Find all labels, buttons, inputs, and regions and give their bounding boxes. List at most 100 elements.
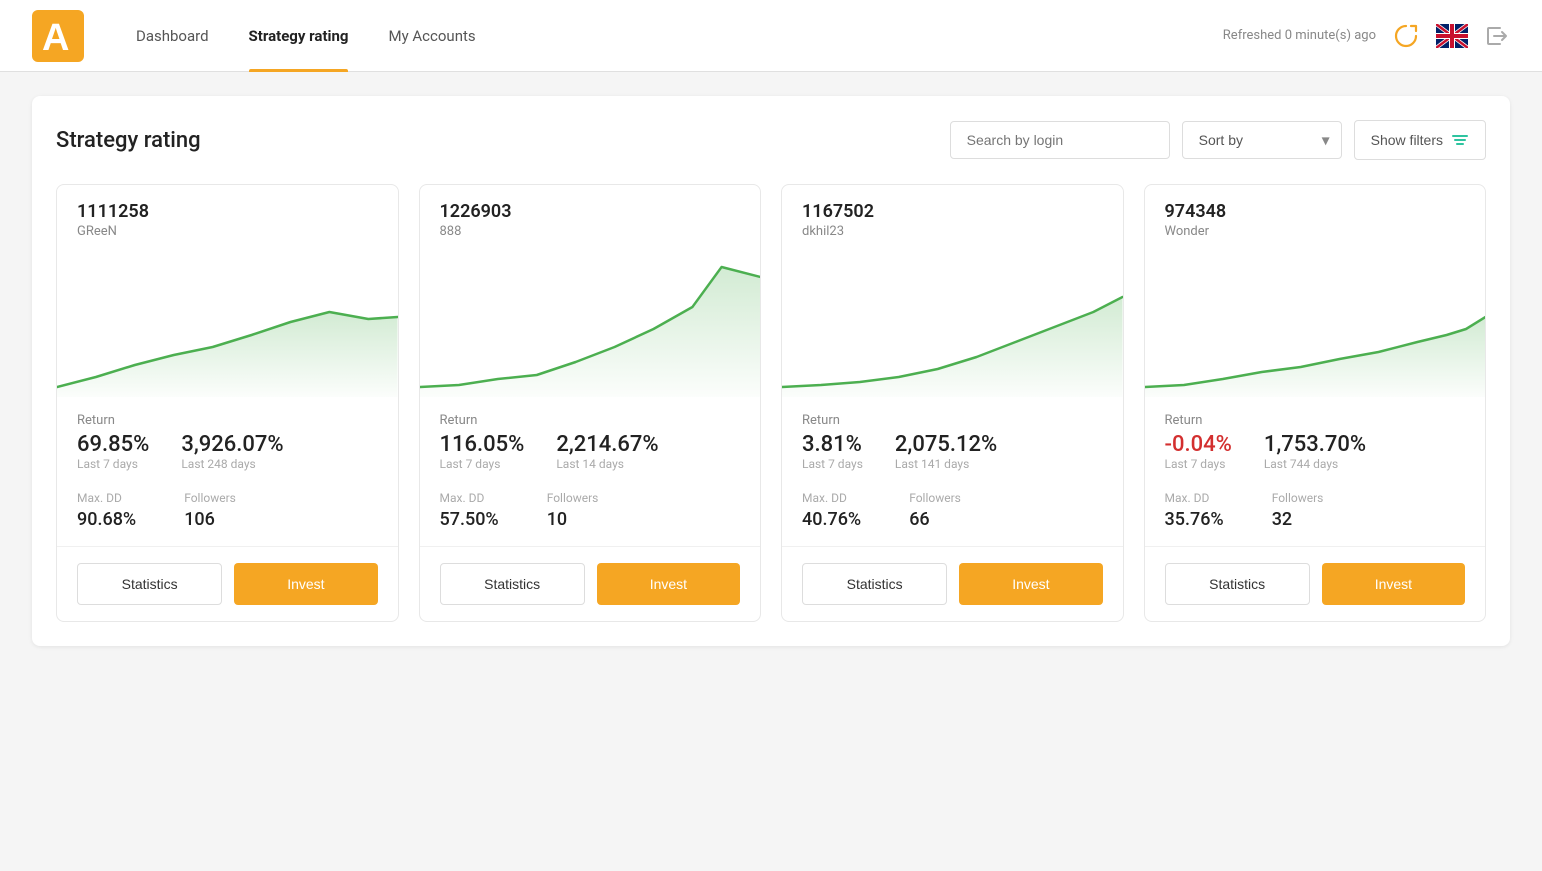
- return-values: 69.85% Last 7 days 3,926.07% Last 248 da…: [77, 432, 378, 471]
- return-label: Return: [77, 413, 378, 428]
- show-filters-button[interactable]: Show filters: [1354, 120, 1486, 160]
- card-name: GReeN: [77, 224, 378, 239]
- return-label: Return: [1165, 413, 1466, 428]
- show-filters-label: Show filters: [1371, 132, 1443, 148]
- return-7d-value: -0.04%: [1165, 432, 1232, 457]
- followers-group: Followers 32: [1272, 491, 1324, 530]
- refresh-icon[interactable]: [1392, 22, 1420, 50]
- followers-value: 10: [547, 509, 599, 530]
- followers-value: 32: [1272, 509, 1324, 530]
- return-total-period: Last 248 days: [181, 457, 283, 471]
- stats-row: Max. DD 35.76% Followers 32: [1165, 491, 1466, 530]
- card-header: 974348 Wonder: [1145, 185, 1486, 247]
- card-id: 974348: [1165, 201, 1466, 222]
- return-7d-group: 69.85% Last 7 days: [77, 432, 149, 471]
- card-id: 1111258: [77, 201, 378, 222]
- return-7d-value: 116.05%: [440, 432, 525, 457]
- stats-row: Max. DD 40.76% Followers 66: [802, 491, 1103, 530]
- followers-label: Followers: [1272, 491, 1324, 505]
- return-total-group: 2,075.12% Last 141 days: [895, 432, 997, 471]
- return-total-value: 1,753.70%: [1264, 432, 1366, 457]
- stats-row: Max. DD 90.68% Followers 106: [77, 491, 378, 530]
- card-chart: [420, 247, 761, 397]
- invest-button[interactable]: Invest: [959, 563, 1102, 605]
- return-total-period: Last 14 days: [556, 457, 658, 471]
- card-chart: [1145, 247, 1486, 397]
- card-stats: Return -0.04% Last 7 days 1,753.70% Last…: [1145, 397, 1486, 546]
- card-id: 1226903: [440, 201, 741, 222]
- card-actions: Statistics Invest: [782, 546, 1123, 621]
- followers-label: Followers: [547, 491, 599, 505]
- card-header: 1167502 dkhil23: [782, 185, 1123, 247]
- stats-row: Max. DD 57.50% Followers 10: [440, 491, 741, 530]
- card-actions: Statistics Invest: [57, 546, 398, 621]
- return-total-group: 1,753.70% Last 744 days: [1264, 432, 1366, 471]
- return-values: 3.81% Last 7 days 2,075.12% Last 141 day…: [802, 432, 1103, 471]
- followers-group: Followers 106: [184, 491, 236, 530]
- nav-dashboard[interactable]: Dashboard: [116, 0, 229, 72]
- followers-value: 106: [184, 509, 236, 530]
- card-id: 1167502: [802, 201, 1103, 222]
- return-total-value: 3,926.07%: [181, 432, 283, 457]
- max-dd-label: Max. DD: [1165, 491, 1224, 505]
- return-values: 116.05% Last 7 days 2,214.67% Last 14 da…: [440, 432, 741, 471]
- max-dd-group: Max. DD 57.50%: [440, 491, 499, 530]
- return-total-value: 2,214.67%: [556, 432, 658, 457]
- followers-group: Followers 10: [547, 491, 599, 530]
- return-7d-period: Last 7 days: [802, 457, 863, 471]
- nav-strategy-rating[interactable]: Strategy rating: [229, 0, 369, 72]
- invest-button[interactable]: Invest: [597, 563, 740, 605]
- return-7d-group: 3.81% Last 7 days: [802, 432, 863, 471]
- statistics-button[interactable]: Statistics: [77, 563, 222, 605]
- strategy-rating-section: Strategy rating Sort by Show filters: [32, 96, 1510, 646]
- max-dd-value: 90.68%: [77, 509, 136, 530]
- cards-grid: 1111258 GReeN Return 69.85% Last 7 days: [56, 184, 1486, 622]
- main-content: Strategy rating Sort by Show filters: [0, 72, 1542, 670]
- return-total-group: 3,926.07% Last 248 days: [181, 432, 283, 471]
- followers-group: Followers 66: [909, 491, 961, 530]
- followers-label: Followers: [184, 491, 236, 505]
- return-7d-value: 3.81%: [802, 432, 863, 457]
- invest-button[interactable]: Invest: [1322, 563, 1465, 605]
- return-7d-group: -0.04% Last 7 days: [1165, 432, 1232, 471]
- card-name: Wonder: [1165, 224, 1466, 239]
- logout-icon[interactable]: [1484, 23, 1510, 49]
- return-label: Return: [802, 413, 1103, 428]
- followers-label: Followers: [909, 491, 961, 505]
- statistics-button[interactable]: Statistics: [1165, 563, 1310, 605]
- svg-text:A: A: [42, 17, 69, 59]
- max-dd-value: 35.76%: [1165, 509, 1224, 530]
- return-label: Return: [440, 413, 741, 428]
- card-name: dkhil23: [802, 224, 1103, 239]
- sort-wrapper: Sort by: [1182, 121, 1342, 159]
- card-actions: Statistics Invest: [1145, 546, 1486, 621]
- max-dd-label: Max. DD: [77, 491, 136, 505]
- return-7d-value: 69.85%: [77, 432, 149, 457]
- filter-icon: [1451, 131, 1469, 149]
- invest-button[interactable]: Invest: [234, 563, 377, 605]
- return-7d-group: 116.05% Last 7 days: [440, 432, 525, 471]
- card-name: 888: [440, 224, 741, 239]
- search-input[interactable]: [950, 121, 1170, 159]
- max-dd-label: Max. DD: [802, 491, 861, 505]
- max-dd-value: 40.76%: [802, 509, 861, 530]
- main-nav: Dashboard Strategy rating My Accounts: [116, 0, 496, 71]
- nav-my-accounts[interactable]: My Accounts: [368, 0, 495, 72]
- return-7d-period: Last 7 days: [77, 457, 149, 471]
- return-values: -0.04% Last 7 days 1,753.70% Last 744 da…: [1165, 432, 1466, 471]
- section-header: Strategy rating Sort by Show filters: [56, 120, 1486, 160]
- statistics-button[interactable]: Statistics: [802, 563, 947, 605]
- card-chart: [782, 247, 1123, 397]
- max-dd-group: Max. DD 35.76%: [1165, 491, 1224, 530]
- card-stats: Return 116.05% Last 7 days 2,214.67% Las…: [420, 397, 761, 546]
- page-title: Strategy rating: [56, 128, 201, 153]
- statistics-button[interactable]: Statistics: [440, 563, 585, 605]
- max-dd-value: 57.50%: [440, 509, 499, 530]
- sort-select[interactable]: Sort by: [1182, 121, 1342, 159]
- logo[interactable]: A: [32, 10, 84, 62]
- language-flag[interactable]: [1436, 24, 1468, 48]
- card-stats: Return 3.81% Last 7 days 2,075.12% Last …: [782, 397, 1123, 546]
- header: A Dashboard Strategy rating My Accounts …: [0, 0, 1542, 72]
- return-total-value: 2,075.12%: [895, 432, 997, 457]
- card-header: 1226903 888: [420, 185, 761, 247]
